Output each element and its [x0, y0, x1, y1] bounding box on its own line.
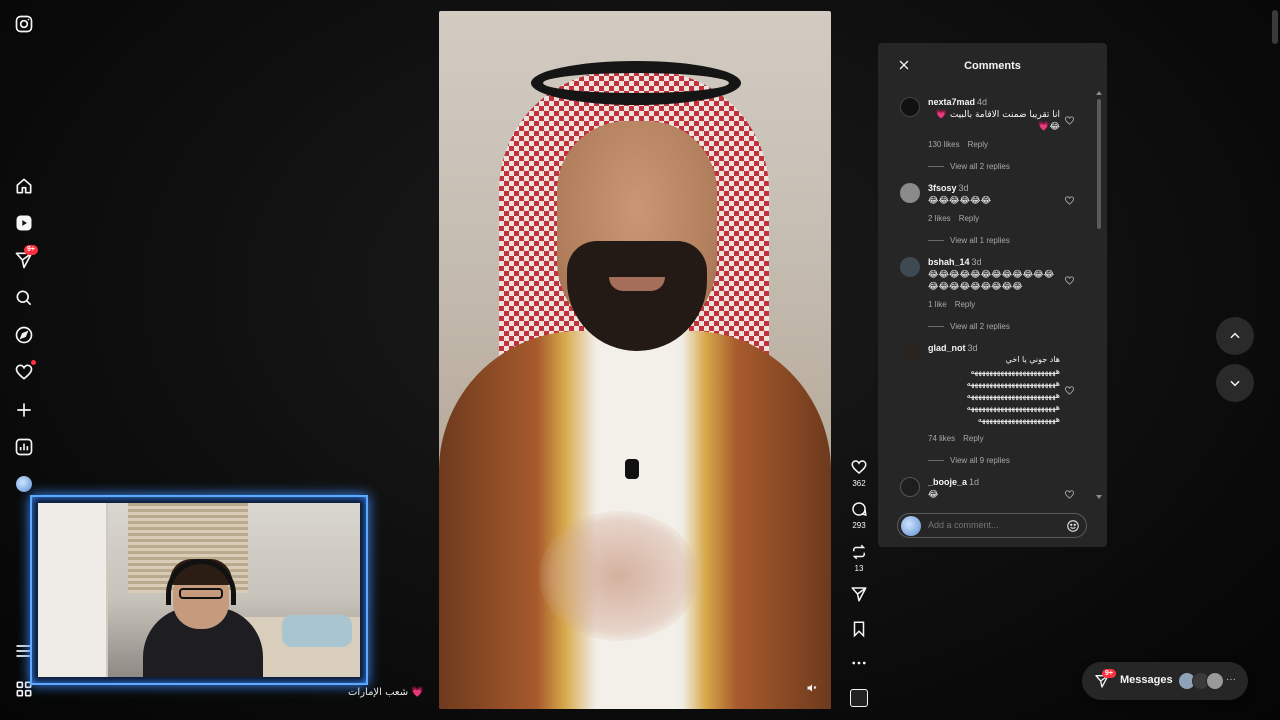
comment-meta: 2 likes Reply [928, 214, 980, 223]
heart-icon [851, 460, 867, 474]
previous-reel-button[interactable] [1216, 317, 1254, 355]
view-replies-link[interactable]: View all 9 replies [928, 456, 1010, 465]
comment-count: 293 [852, 521, 866, 530]
search-icon[interactable] [14, 288, 34, 308]
reels-icon[interactable] [14, 213, 34, 233]
comment-icon [852, 502, 867, 517]
like-action[interactable]: 362 [848, 458, 870, 488]
audio-thumbnail[interactable] [850, 689, 868, 707]
add-comment-field[interactable] [897, 513, 1087, 538]
more-dots-icon [852, 661, 866, 665]
profile-avatar[interactable] [16, 476, 32, 492]
messages-bar[interactable]: 9+ Messages ··· [1082, 662, 1248, 700]
comments-title: Comments [964, 60, 1021, 72]
mute-icon[interactable] [806, 682, 818, 694]
view-replies-link[interactable]: View all 2 replies [928, 162, 1010, 171]
more-dots-icon: ··· [1226, 674, 1236, 685]
compass-icon[interactable] [14, 325, 34, 345]
emoji-icon[interactable] [1066, 519, 1080, 533]
comment-meta: 130 likes Reply [928, 140, 989, 149]
comment-action[interactable]: 293 [848, 500, 870, 530]
avatar[interactable] [900, 477, 920, 497]
notification-dot [31, 360, 36, 365]
dashboard-icon[interactable] [14, 437, 34, 457]
repost-action[interactable]: 13 [848, 543, 870, 573]
heart-icon[interactable] [1064, 275, 1075, 286]
heart-icon[interactable] [1064, 489, 1075, 500]
page-scrollbar[interactable] [1272, 10, 1278, 44]
share-action[interactable] [848, 585, 870, 603]
comment-text: 😂😂😂😂😂😂😂😂😂😂😂😂😂😂😂😂😂😂😂😂😂 [928, 270, 1055, 292]
home-icon[interactable] [14, 176, 34, 196]
more-options-action[interactable] [848, 654, 870, 672]
comment-username[interactable]: glad_not 3d [928, 343, 978, 353]
overlay-caption: شعب الإمارات 💗 [348, 687, 424, 698]
save-action[interactable] [848, 620, 870, 638]
comment-username[interactable]: 3fsosy 3d [928, 183, 969, 193]
comment-meta: 74 likes Reply [928, 434, 984, 443]
webcam-feed [38, 503, 360, 677]
heart-icon[interactable] [1064, 385, 1075, 396]
repost-icon [852, 544, 866, 560]
instagram-logo-icon[interactable] [14, 14, 34, 34]
view-replies-link[interactable]: View all 1 replies [928, 236, 1010, 245]
comment-username[interactable]: _booje_a 1d [928, 477, 979, 487]
comment-text: هاد جوني يا اخي هههههههههههههههههههههههه… [966, 355, 1060, 424]
view-replies-link[interactable]: View all 2 replies [928, 322, 1010, 331]
comment-text: 😂 [928, 490, 939, 500]
chevron-up-icon [1230, 332, 1240, 339]
avatar [1206, 672, 1224, 690]
comment-meta: 1 like Reply [928, 300, 976, 309]
comment-username[interactable]: bshah_14 3d [928, 257, 982, 267]
avatar [901, 516, 921, 536]
messages-badge: 9+ [1102, 669, 1116, 678]
chevron-down-icon [1230, 380, 1240, 387]
avatar[interactable] [900, 257, 920, 277]
heart-icon[interactable] [1064, 195, 1075, 206]
avatar[interactable] [900, 343, 920, 363]
comment-input[interactable] [928, 520, 1058, 530]
comments-scrollbar[interactable] [1096, 91, 1102, 499]
paper-plane-icon [851, 587, 867, 602]
avatar[interactable] [900, 183, 920, 203]
heart-icon[interactable] [1064, 115, 1075, 126]
repost-count: 13 [854, 564, 864, 573]
comments-panel: Comments nexta7mad 4d انا تقريبا ضمنت الا… [878, 43, 1107, 547]
messages-label: Messages [1120, 674, 1173, 686]
plus-icon[interactable] [14, 400, 34, 420]
comment-text: انا تقريبا ضمنت الاقامة بالبيت 💗 😂💗 [935, 110, 1060, 132]
reel-video[interactable] [439, 11, 831, 709]
heart-icon[interactable] [14, 360, 36, 382]
paper-plane-icon[interactable]: 9+ [14, 245, 38, 270]
webcam-overlay [30, 495, 368, 685]
next-reel-button[interactable] [1216, 364, 1254, 402]
avatar[interactable] [900, 97, 920, 117]
bookmark-icon [853, 621, 865, 638]
comment-text: 😂😂😂😂😂😂 [928, 196, 992, 206]
comment-username[interactable]: nexta7mad 4d [928, 97, 987, 107]
like-count: 362 [852, 479, 866, 488]
messages-badge: 9+ [24, 245, 38, 255]
